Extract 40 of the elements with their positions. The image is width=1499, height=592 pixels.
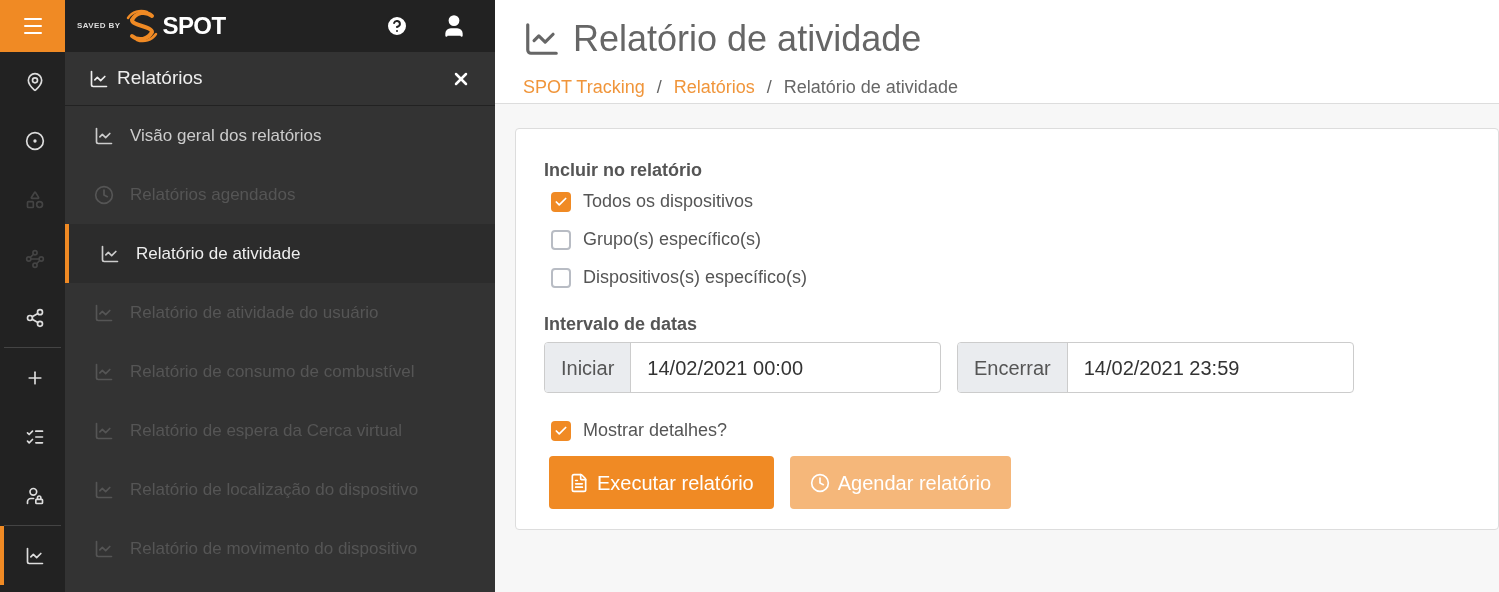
breadcrumb-separator: /: [656, 76, 662, 99]
section-label: Intervalo de datas: [544, 313, 699, 336]
checkbox[interactable]: [551, 229, 571, 250]
checkbox[interactable]: [551, 420, 571, 441]
date-input[interactable]: Encerrar 14/02/2021 23:59: [957, 342, 1354, 393]
clock-icon: [94, 184, 114, 205]
date-input[interactable]: Iniciar 14/02/2021 00:00: [544, 342, 941, 393]
line-chart-icon: [523, 20, 561, 58]
input-addon: Encerrar: [958, 343, 1068, 392]
checkbox-label: Todos os dispositivos: [583, 190, 754, 213]
report-button[interactable]: Executar relatório: [549, 456, 774, 509]
file-icon: [569, 472, 589, 493]
line-chart-icon: [94, 125, 114, 146]
spot-logo-icon: [124, 8, 159, 44]
breadcrumb-separator: /: [766, 76, 772, 99]
checkbox-label: Mostrar detalhes?: [583, 419, 728, 442]
sidebar-item[interactable]: Visão geral dos relatórios: [65, 106, 495, 165]
checkbox[interactable]: [551, 191, 571, 212]
line-chart-icon: [94, 538, 114, 559]
checkbox-label: Grupo(s) específico(s): [583, 228, 762, 251]
clock-icon: [809, 472, 830, 493]
checkbox[interactable]: [551, 267, 571, 288]
line-chart-icon: [94, 361, 114, 382]
line-chart-icon: [89, 68, 109, 89]
sidebar-item[interactable]: Relatório de atividade: [65, 224, 495, 283]
input-addon: Iniciar: [545, 343, 632, 392]
breadcrumb-current: Relatório de atividade: [783, 76, 958, 99]
section-label: Incluir no relatório: [544, 159, 704, 182]
help-icon[interactable]: [385, 14, 409, 38]
line-chart-icon: [100, 243, 120, 264]
line-chart-icon: [94, 479, 114, 500]
page-title: Relatório de atividade: [573, 17, 922, 61]
panel-title: Relatórios: [117, 66, 203, 91]
breadcrumb-link[interactable]: SPOT Tracking: [523, 74, 645, 101]
brand-name: SPOT: [162, 11, 226, 41]
brand-tagline: SAVED BY: [77, 20, 121, 32]
checkbox-label: Dispositivos(s) específico(s): [583, 266, 808, 289]
line-chart-icon: [94, 302, 114, 323]
line-chart-icon: [94, 420, 114, 441]
breadcrumb-link[interactable]: Relatórios: [673, 74, 755, 101]
